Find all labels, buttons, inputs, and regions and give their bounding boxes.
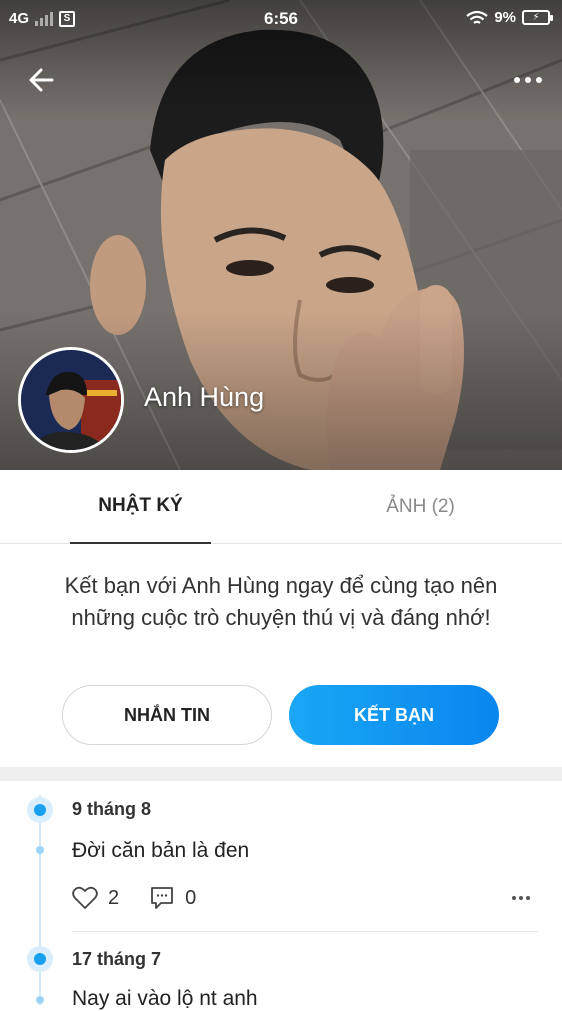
profile-name: Anh Hùng (144, 382, 265, 412)
post-text[interactable]: Đời căn bản là đen (72, 839, 249, 863)
section-divider (0, 767, 562, 781)
battery-percent: 9% (494, 9, 516, 26)
like-count: 2 (108, 886, 120, 909)
back-button[interactable] (22, 60, 62, 100)
more-horizontal-icon (512, 896, 516, 900)
post-text[interactable]: Nay ai vào lộ nt anh (72, 987, 258, 1011)
profile-tabs: NHẬT KÝ ẢNH (2) (0, 470, 562, 544)
status-bar: 4G S 6:56 9% ⚡ (0, 0, 562, 38)
like-button[interactable]: 2 (72, 886, 119, 910)
tab-diary[interactable]: NHẬT KÝ (70, 470, 211, 544)
timeline-dot (27, 797, 53, 823)
post-more-button[interactable] (512, 896, 530, 900)
wifi-icon (466, 10, 488, 24)
comment-button[interactable]: 0 (149, 885, 196, 911)
post-actions: 2 0 (72, 885, 226, 911)
post-date: 17 tháng 7 (72, 949, 162, 969)
send-message-button[interactable]: NHẮN TIN (62, 685, 272, 745)
add-friend-prompt: Kết bạn với Anh Hùng ngay để cùng tạo nê… (64, 573, 498, 630)
more-options-button[interactable] (508, 62, 548, 98)
cover-photo[interactable]: 4G S 6:56 9% ⚡ Anh Hùng (0, 0, 562, 470)
add-friend-button[interactable]: KẾT BẠN (289, 685, 499, 745)
tab-photos[interactable]: ẢNH (2) (350, 470, 491, 544)
timeline-dot (27, 946, 53, 972)
post-separator (72, 931, 538, 932)
timeline-marker (36, 846, 44, 854)
battery-icon: ⚡ (522, 10, 553, 25)
more-horizontal-icon (514, 77, 520, 83)
timeline-marker (36, 996, 44, 1004)
heart-icon (72, 886, 98, 909)
post-date: 9 tháng 8 (72, 799, 152, 819)
arrow-left-icon (29, 68, 54, 92)
timeline-line (39, 795, 41, 1005)
comment-icon (151, 887, 174, 909)
comment-count: 0 (185, 886, 197, 909)
avatar[interactable] (18, 347, 124, 453)
avatar-image (21, 350, 121, 450)
